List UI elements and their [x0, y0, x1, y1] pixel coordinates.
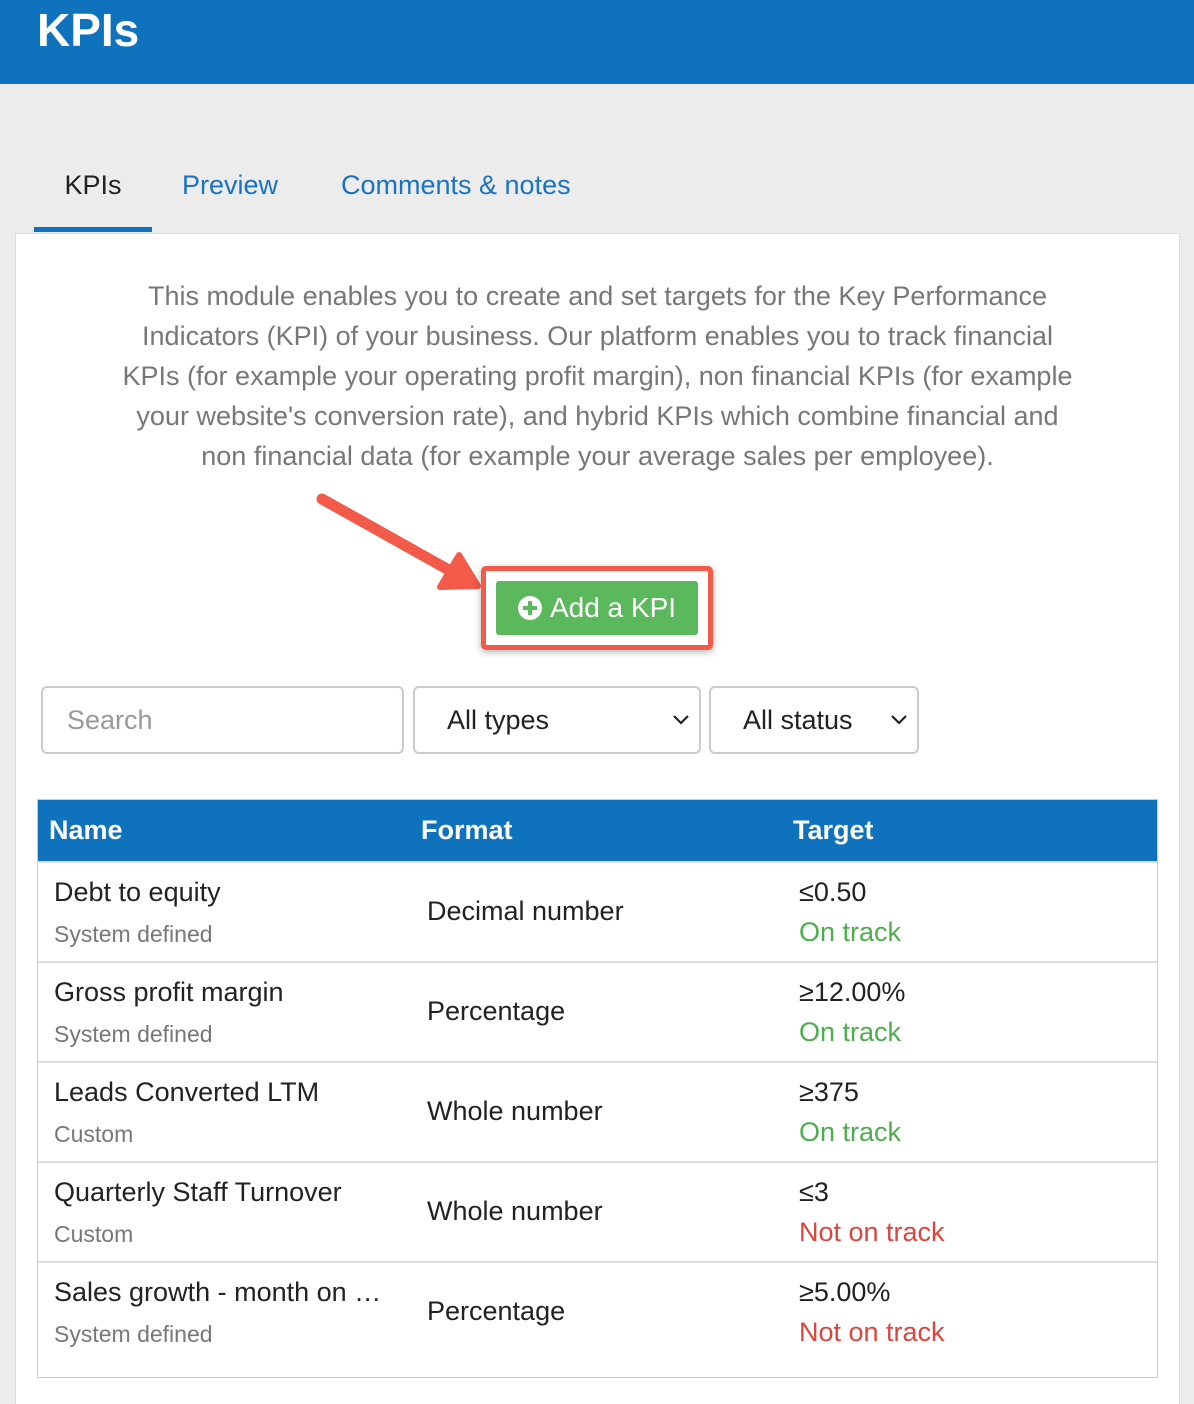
kpi-source: Custom [54, 1121, 134, 1147]
column-header-target[interactable]: Target [793, 800, 874, 861]
column-header-name[interactable]: Name [49, 800, 123, 861]
tab-kpis[interactable]: KPIs [34, 150, 152, 232]
table-row[interactable]: Quarterly Staff Turnover Custom Whole nu… [38, 1161, 1157, 1261]
type-filter-select[interactable]: All types [413, 686, 701, 754]
kpi-format: Percentage [427, 1296, 566, 1326]
add-kpi-button[interactable]: Add a KPI [496, 581, 698, 635]
kpi-status: On track [799, 1017, 902, 1047]
kpi-target: ≤3 [799, 1177, 829, 1207]
kpi-status: Not on track [799, 1317, 945, 1347]
kpi-name[interactable]: Debt to equity [54, 877, 394, 908]
intro-text: This module enables you to create and se… [122, 281, 1073, 471]
kpi-format: Percentage [427, 996, 566, 1026]
chevron-down-icon [673, 715, 689, 725]
kpi-table: Name Format Target Debt to equity System… [37, 799, 1158, 1378]
plus-circle-icon [517, 596, 542, 620]
kpi-source: System defined [54, 1021, 213, 1047]
add-kpi-highlight: Add a KPI [481, 566, 713, 650]
kpi-name[interactable]: Sales growth - month on month [54, 1277, 394, 1308]
kpi-target: ≥12.00% [799, 977, 906, 1007]
top-header-bar: KPIs [0, 0, 1194, 84]
kpi-source: System defined [54, 1321, 213, 1347]
table-header: Name Format Target [38, 800, 1157, 861]
tab-bar: KPIs Preview Comments & notes [34, 150, 734, 232]
kpi-target: ≥5.00% [799, 1277, 891, 1307]
kpi-status: On track [799, 1117, 902, 1147]
kpi-panel: This module enables you to create and se… [15, 233, 1180, 1404]
annotation-arrow-icon [316, 493, 481, 590]
tab-preview[interactable]: Preview [182, 150, 278, 232]
kpi-status: Not on track [799, 1217, 945, 1247]
status-filter-select[interactable]: All status [709, 686, 919, 754]
table-row[interactable]: Leads Converted LTM Custom Whole number … [38, 1061, 1157, 1161]
chevron-down-icon [891, 715, 907, 725]
kpi-target: ≤0.50 [799, 877, 867, 907]
kpi-source: System defined [54, 921, 213, 947]
kpi-source: Custom [54, 1221, 134, 1247]
kpi-format: Whole number [427, 1196, 603, 1226]
table-row[interactable]: Gross profit margin System defined Perce… [38, 961, 1157, 1061]
search-input[interactable] [41, 686, 404, 754]
kpi-format: Whole number [427, 1096, 603, 1126]
tab-comments-notes[interactable]: Comments & notes [341, 150, 571, 232]
table-row[interactable]: Sales growth - month on month System def… [38, 1261, 1157, 1361]
kpi-name[interactable]: Leads Converted LTM [54, 1077, 394, 1108]
kpi-name[interactable]: Quarterly Staff Turnover [54, 1177, 394, 1208]
type-filter-value: All types [447, 705, 550, 735]
column-header-format[interactable]: Format [421, 800, 513, 861]
kpi-target: ≥375 [799, 1077, 859, 1107]
kpi-status: On track [799, 917, 902, 947]
add-kpi-label: Add a KPI [549, 592, 677, 623]
status-filter-value: All status [743, 705, 853, 735]
table-row[interactable]: Debt to equity System defined Decimal nu… [38, 861, 1157, 961]
kpi-format: Decimal number [427, 896, 624, 926]
page-title: KPIs [37, 4, 140, 56]
kpi-name[interactable]: Gross profit margin [54, 977, 394, 1008]
